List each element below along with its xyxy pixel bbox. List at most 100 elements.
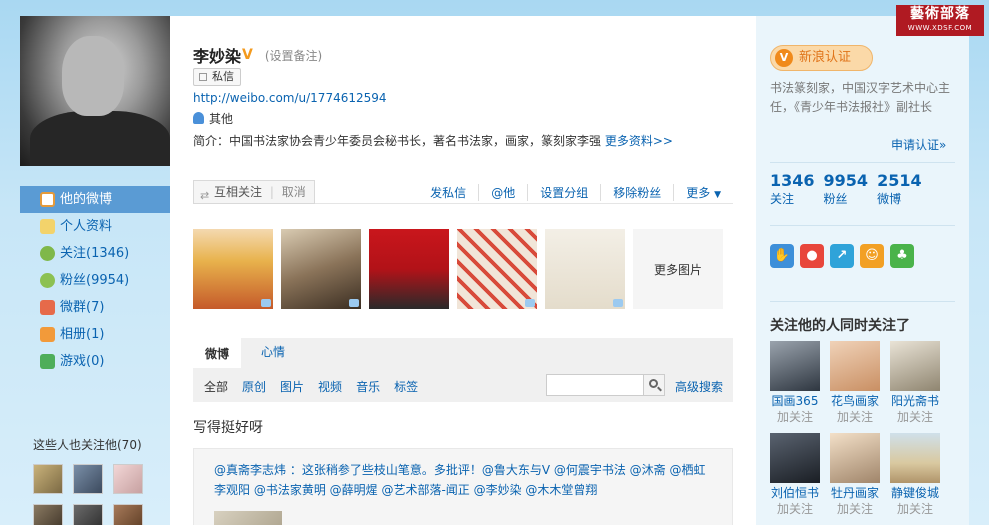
also-follows-grid: 国画365 加关注 花鸟画家 加关注 阳光斋书 加关注 刘伯恒书 加关注 牡丹画… [770, 341, 940, 517]
mutual-follow-label: 互相关注 [214, 185, 263, 199]
tab-weibo[interactable]: 微博 [193, 338, 242, 368]
chevron-down-icon: ▼ [714, 190, 721, 200]
site-watermark: 藝術部落 WWW.XDSF.COM [896, 5, 984, 36]
left-column: 他的微博 个人资料 关注(1346) 粉丝(9954) 微群(7) 相册(1) … [20, 16, 170, 525]
person-icon [193, 112, 204, 124]
nav-item-label: 相册(1) [60, 327, 105, 342]
also-follows-title: 关注他的人同时关注了 [770, 318, 910, 334]
also-follow-avatars [33, 464, 143, 494]
name-row: 李妙染 V (设置备注) [193, 43, 322, 67]
nav-item-profile[interactable]: 个人资料 [20, 213, 170, 240]
user-name-link[interactable]: 花鸟画家 [830, 393, 880, 409]
profile-intro: 简介：中国书法家协会青少年委员会秘书长，著名书法家，画家，篆刻家李强 更多资料>… [193, 132, 673, 149]
nav-item-game[interactable]: 游戏(0) [20, 348, 170, 375]
send-message-link[interactable]: 发私信 [418, 184, 478, 201]
avatar[interactable] [73, 504, 103, 525]
add-follow-link[interactable]: 加关注 [890, 501, 940, 517]
fans-icon [40, 273, 55, 288]
leaf-icon[interactable]: ♣ [890, 244, 914, 268]
profile-avatar[interactable] [20, 16, 170, 166]
cancel-follow-link[interactable]: 取消 [282, 185, 306, 199]
add-follow-link[interactable]: 加关注 [830, 409, 880, 425]
verification-badge[interactable]: V 新浪认证 [770, 45, 873, 71]
avatar[interactable] [33, 464, 63, 494]
filter-pictures[interactable]: 图片 [280, 378, 304, 395]
avatar[interactable] [33, 504, 63, 525]
set-remark-link[interactable]: (设置备注) [265, 47, 322, 64]
private-message-button[interactable]: 私信 [193, 68, 241, 86]
recommended-user: 花鸟画家 加关注 [830, 341, 880, 425]
user-name-link[interactable]: 牡丹画家 [830, 485, 880, 501]
advanced-search-link[interactable]: 高级搜索 [675, 378, 723, 395]
main-column: 李妙染 V (设置备注) 私信 http://weibo.com/u/17746… [170, 16, 756, 525]
filter-music[interactable]: 音乐 [356, 378, 380, 395]
stat-label: 关注 [770, 192, 795, 206]
post-text: 写得挺好呀 [193, 420, 263, 436]
repost-line: 李观阳 @书法家黄明 @薛明煋 @艺术部落-闻正 @李妙染 @木木堂曾翔 [214, 483, 598, 497]
add-follow-link[interactable]: 加关注 [770, 409, 820, 425]
smile-icon[interactable]: ☺ [860, 244, 884, 268]
photo-thumbnail[interactable] [545, 229, 625, 309]
nav-item-label: 粉丝(9954) [60, 273, 130, 288]
filter-original[interactable]: 原创 [242, 378, 266, 395]
tab-mood[interactable]: 心情 [249, 338, 297, 368]
avatar[interactable] [830, 341, 880, 391]
avatar[interactable] [770, 341, 820, 391]
photo-thumbnail[interactable] [369, 229, 449, 309]
nav-item-album[interactable]: 相册(1) [20, 321, 170, 348]
apply-verification-link[interactable]: 申请认证» [891, 136, 946, 153]
user-name-link[interactable]: 国画365 [770, 393, 820, 409]
profile-url-link[interactable]: http://weibo.com/u/1774612594 [193, 91, 387, 105]
avatar[interactable] [73, 464, 103, 494]
nav-item-group[interactable]: 微群(7) [20, 294, 170, 321]
avatar[interactable] [113, 504, 143, 525]
search-button[interactable] [643, 374, 665, 396]
remove-fan-link[interactable]: 移除粉丝 [600, 184, 673, 201]
photo-thumbnail[interactable] [193, 229, 273, 309]
set-group-link[interactable]: 设置分组 [527, 184, 600, 201]
avatar[interactable] [890, 433, 940, 483]
stat-fans[interactable]: 9954 粉丝 [824, 172, 869, 207]
stat-posts[interactable]: 2514 微博 [877, 172, 922, 207]
also-follow-title: 这些人也关注他(70) [33, 438, 142, 452]
filter-tags[interactable]: 标签 [394, 378, 418, 395]
verified-badge-icon[interactable]: V [242, 47, 253, 63]
nav-item-label: 微群(7) [60, 300, 105, 315]
filter-all[interactable]: 全部 [204, 378, 228, 395]
profile-icon [40, 219, 55, 234]
profile-name: 李妙染 [193, 47, 242, 66]
recommended-user: 牡丹画家 加关注 [830, 433, 880, 517]
nav-item-weibo[interactable]: 他的微博 [20, 186, 170, 213]
add-follow-link[interactable]: 加关注 [770, 501, 820, 517]
more-info-link[interactable]: 更多资料>> [605, 134, 673, 148]
more-actions-dropdown[interactable]: 更多 ▼ [673, 184, 733, 201]
add-follow-link[interactable]: 加关注 [830, 501, 880, 517]
stat-following[interactable]: 1346 关注 [770, 172, 815, 207]
photo-thumbnail[interactable] [457, 229, 537, 309]
add-follow-link[interactable]: 加关注 [890, 409, 940, 425]
watermark-title: 藝術部落 [910, 6, 970, 22]
avatar[interactable] [113, 464, 143, 494]
mutual-follow-status: ⇄ 互相关注 | 取消 [193, 180, 315, 204]
more-photos-link[interactable]: 更多图片 [633, 229, 723, 309]
nav-item-follow[interactable]: 关注(1346) [20, 240, 170, 267]
user-name-link[interactable]: 阳光斋书 [890, 393, 940, 409]
avatar[interactable] [830, 433, 880, 483]
user-name-link[interactable]: 刘伯恒书 [770, 485, 820, 501]
filter-videos[interactable]: 视频 [318, 378, 342, 395]
share-arrow-icon[interactable]: ↗ [830, 244, 854, 268]
message-icon [199, 73, 207, 81]
mention-link[interactable]: @他 [478, 184, 527, 201]
photo-thumbnail[interactable] [281, 229, 361, 309]
microphone-icon[interactable]: ● [800, 244, 824, 268]
verification-description: 书法篆刻家，中国汉字艺术中心主任，《青少年书法报社》副社长 [770, 81, 951, 114]
avatar[interactable] [770, 433, 820, 483]
nav-item-label: 游戏(0) [60, 354, 105, 369]
nav-item-fans[interactable]: 粉丝(9954) [20, 267, 170, 294]
repost-image[interactable] [214, 511, 282, 525]
location: 其他 [193, 110, 233, 127]
user-name-link[interactable]: 静键俊城 [890, 485, 940, 501]
avatar[interactable] [890, 341, 940, 391]
hand-icon[interactable]: ✋ [770, 244, 794, 268]
feed-search-input[interactable] [546, 374, 644, 396]
